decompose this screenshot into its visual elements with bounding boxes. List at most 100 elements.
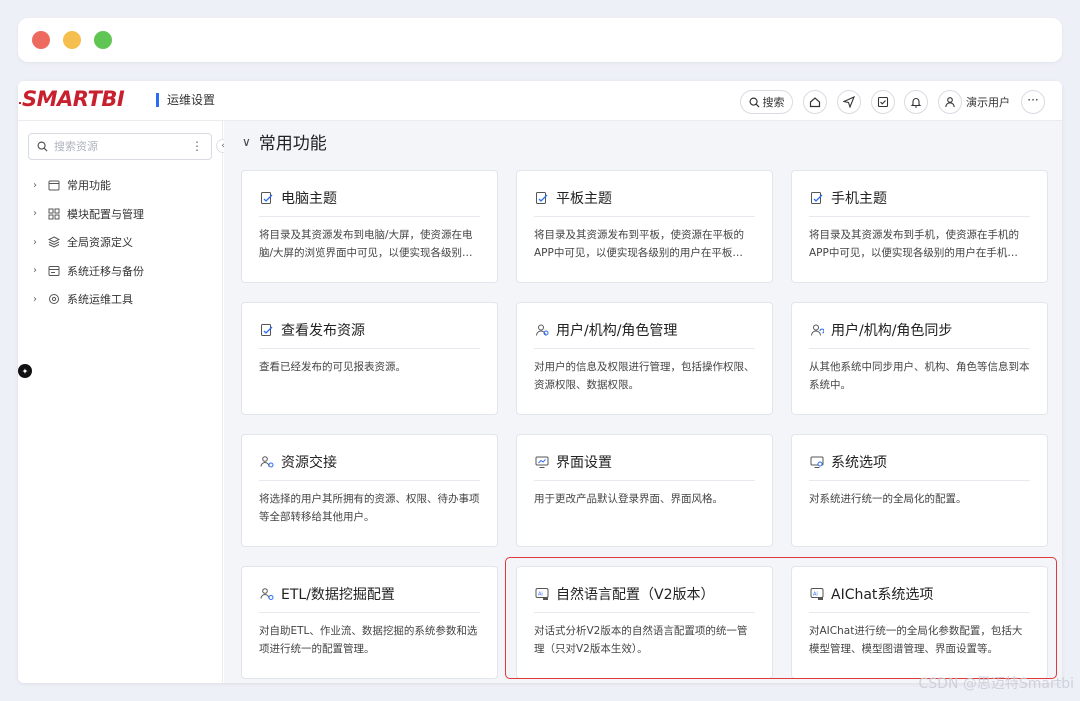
card-description: 查看已经发布的可见报表资源。 — [259, 361, 406, 373]
card-divider — [534, 480, 755, 481]
tree-item-ops-tools[interactable]: › 系统运维工具 — [30, 285, 215, 314]
sidebar-search-input[interactable] — [54, 140, 184, 153]
maximize-window-button[interactable] — [94, 31, 112, 49]
tree-item-label: 模块配置与管理 — [67, 207, 144, 221]
card-tablet-theme[interactable]: 平板主题 将目录及其资源发布到平板，使资源在平板的APP中可见，以便实现各级别的… — [516, 170, 773, 283]
calendar-icon — [47, 179, 60, 192]
logo[interactable]: SMARTBI — [22, 87, 125, 111]
group-header[interactable]: ∨ 常用功能 — [242, 129, 327, 154]
svg-text:Ai: Ai — [538, 592, 543, 598]
card-nlp-config[interactable]: Ai 自然语言配置（V2版本） 对话式分析V2版本的自然语言配置项的统一管理（只对… — [516, 566, 773, 679]
card-description: 将目录及其资源发布到平板，使资源在平板的APP中可见，以便实现各级别的用户在平板… — [534, 229, 744, 259]
more-button[interactable]: ··· — [1021, 90, 1045, 114]
sidebar-search[interactable]: ⋮ — [28, 133, 212, 160]
etl-icon — [259, 587, 274, 602]
card-description: 对系统进行统一的全局化的配置。 — [809, 493, 967, 505]
card-description: 对用户的信息及权限进行管理，包括操作权限、资源权限、数据权限。 — [534, 361, 755, 391]
card-divider — [259, 216, 480, 217]
card-divider — [534, 612, 755, 613]
card-title: 自然语言配置（V2版本） — [556, 587, 715, 603]
tree-item-label: 系统迁移与备份 — [67, 264, 144, 278]
chevron-right-icon[interactable]: › — [30, 208, 40, 219]
chevron-right-icon[interactable]: › — [30, 294, 40, 305]
chevron-right-icon[interactable]: › — [30, 180, 40, 191]
migrate-icon — [47, 264, 60, 277]
card-title: 用户/机构/角色管理 — [556, 323, 678, 339]
chevron-right-icon[interactable]: › — [30, 237, 40, 248]
card-divider — [259, 348, 480, 349]
card-description: 对AIChat进行统一的全局化参数配置，包括大模型管理、模型图谱管理、界面设置等… — [809, 625, 1023, 655]
card-pc-theme[interactable]: 电脑主题 将目录及其资源发布到电脑/大屏，使资源在电脑/大屏的浏览界面中可见，以… — [241, 170, 498, 283]
card-description: 用于更改产品默认登录界面、界面风格。 — [534, 493, 723, 505]
card-description: 对话式分析V2版本的自然语言配置项的统一管理（只对V2版本生效）。 — [534, 625, 748, 655]
card-title: 平板主题 — [556, 191, 612, 207]
grid-icon — [47, 207, 60, 220]
task-button[interactable] — [871, 90, 895, 114]
avatar[interactable] — [938, 90, 962, 114]
top-bar: SMARTBI 运维设置 搜索 演示用户 ··· — [18, 81, 1062, 121]
tree-item-label: 系统运维工具 — [67, 293, 133, 307]
home-button[interactable] — [803, 90, 827, 114]
card-divider — [534, 348, 755, 349]
card-aichat-options[interactable]: Ai AIChat系统选项 对AIChat进行统一的全局化参数配置，包括大模型管理… — [791, 566, 1048, 679]
sidebar-more-icon[interactable]: ⋮ — [191, 139, 203, 153]
user-menu[interactable]: 演示用户 — [938, 90, 1010, 114]
resource-tree: › 常用功能 › 模块配置与管理 › 全局资源定义 › 系统迁移与备份 › 系统… — [30, 171, 215, 314]
tree-item-common[interactable]: › 常用功能 — [30, 171, 215, 200]
card-ui-settings[interactable]: 界面设置 用于更改产品默认登录界面、界面风格。 — [516, 434, 773, 547]
card-title: 系统选项 — [831, 455, 887, 471]
card-title: AIChat系统选项 — [831, 587, 934, 603]
svg-text:Ai: Ai — [813, 592, 818, 598]
card-description: 将选择的用户其所拥有的资源、权限、待办事项等全部转移给其他用户。 — [259, 493, 480, 523]
notification-button[interactable] — [904, 90, 928, 114]
window-chrome — [18, 18, 1062, 62]
card-divider — [809, 612, 1030, 613]
more-icon: ··· — [1027, 92, 1039, 107]
card-resource-handover[interactable]: 资源交接 将选择的用户其所拥有的资源、权限、待办事项等全部转移给其他用户。 — [241, 434, 498, 547]
settings-icon — [809, 455, 824, 470]
page-title: 常用功能 — [258, 134, 327, 154]
floating-assistant-icon[interactable]: ✦ — [18, 364, 32, 378]
card-user-management[interactable]: 用户/机构/角色管理 对用户的信息及权限进行管理，包括操作权限、资源权限、数据权… — [516, 302, 773, 415]
sidebar: ⋮ › 常用功能 › 模块配置与管理 › 全局资源定义 › 系统迁移与备份 — [18, 121, 223, 683]
handover-icon — [259, 455, 274, 470]
tree-item-modules[interactable]: › 模块配置与管理 — [30, 200, 215, 229]
card-description: 从其他系统中同步用户、机构、角色等信息到本系统中。 — [809, 361, 1030, 391]
header-search-button[interactable]: 搜索 — [740, 90, 793, 114]
card-divider — [259, 480, 480, 481]
publish-icon — [259, 191, 274, 206]
card-mobile-theme[interactable]: 手机主题 将目录及其资源发布到手机，使资源在手机的APP中可见，以便实现各级别的… — [791, 170, 1048, 283]
card-divider — [259, 612, 480, 613]
minimize-window-button[interactable] — [63, 31, 81, 49]
monitor-icon — [534, 455, 549, 470]
user-sync-icon — [809, 323, 824, 338]
card-view-published[interactable]: 查看发布资源 查看已经发布的可见报表资源。 — [241, 302, 498, 415]
send-button[interactable] — [837, 90, 861, 114]
card-divider — [809, 480, 1030, 481]
card-system-options[interactable]: 系统选项 对系统进行统一的全局化的配置。 — [791, 434, 1048, 547]
publish-icon — [534, 191, 549, 206]
section-title: 运维设置 — [156, 93, 215, 107]
tools-icon — [47, 293, 60, 306]
search-icon — [749, 97, 760, 108]
tree-item-label: 常用功能 — [67, 179, 111, 193]
header-search-label: 搜索 — [762, 96, 785, 109]
search-icon — [37, 141, 48, 152]
card-title: 查看发布资源 — [281, 323, 365, 339]
tree-item-migration[interactable]: › 系统迁移与备份 — [30, 257, 215, 286]
chevron-right-icon[interactable]: › — [30, 265, 40, 276]
card-title: 界面设置 — [556, 455, 612, 471]
card-description: 对自助ETL、作业流、数据挖掘的系统参数和选项进行统一的配置管理。 — [259, 625, 478, 655]
chevron-down-icon[interactable]: ∨ — [242, 135, 251, 149]
card-title: 资源交接 — [281, 455, 337, 471]
card-etl-config[interactable]: ETL/数据挖掘配置 对自助ETL、作业流、数据挖掘的系统参数和选项进行统一的配… — [241, 566, 498, 679]
publish-icon — [809, 191, 824, 206]
publish-icon — [259, 323, 274, 338]
card-title: 手机主题 — [831, 191, 887, 207]
close-window-button[interactable] — [32, 31, 50, 49]
users-icon — [534, 323, 549, 338]
card-user-sync[interactable]: 用户/机构/角色同步 从其他系统中同步用户、机构、角色等信息到本系统中。 — [791, 302, 1048, 415]
home-icon — [809, 97, 821, 108]
card-title: ETL/数据挖掘配置 — [281, 587, 395, 603]
tree-item-global-resources[interactable]: › 全局资源定义 — [30, 228, 215, 257]
